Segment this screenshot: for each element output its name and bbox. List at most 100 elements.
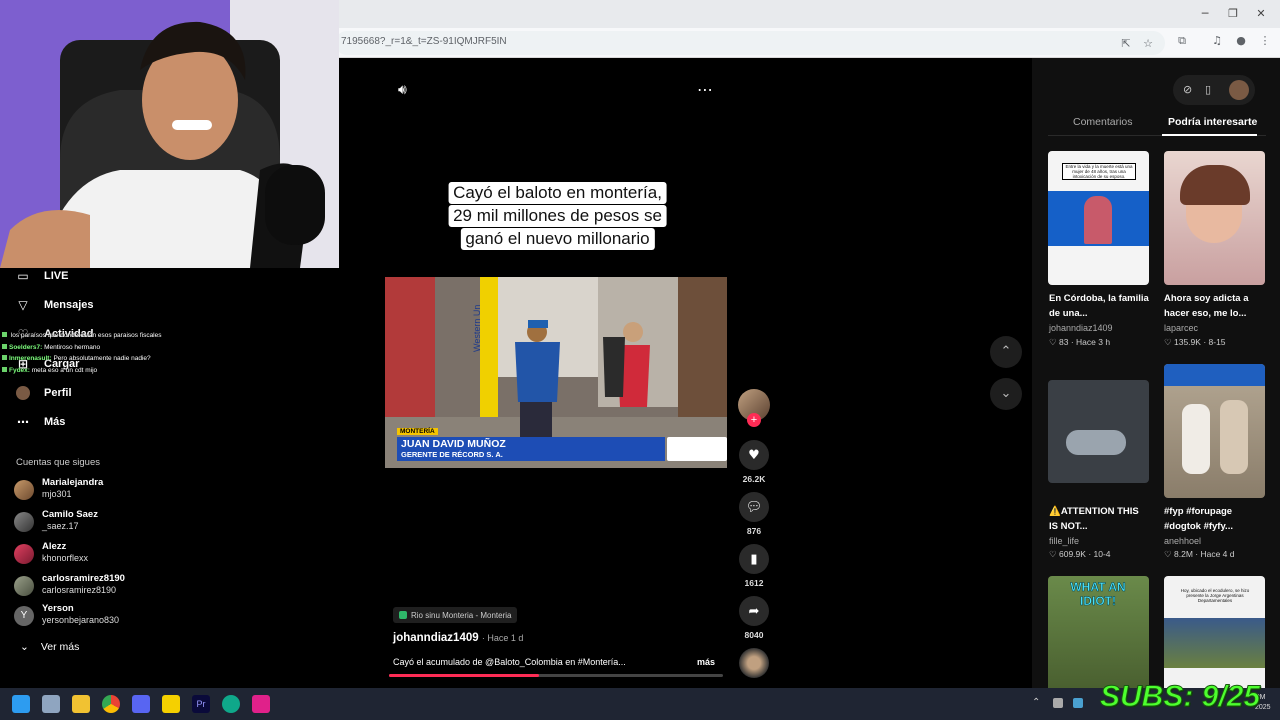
media-control-icon[interactable]: ♫: [1210, 34, 1224, 48]
profile-avatar: [16, 386, 30, 401]
tray-icon[interactable]: [1073, 698, 1083, 708]
thumbnail-text: Entre la vida y la muerte está una mujer…: [1062, 163, 1136, 180]
heart-outline-icon: ♡: [1049, 337, 1057, 347]
location-tag: MONTERÍA: [397, 428, 438, 435]
video-thumbnail[interactable]: WHAT AN IDIOT!: [1048, 576, 1149, 688]
card-title[interactable]: Ahora soy adicta a hacer eso, me lo...: [1164, 291, 1264, 321]
following-account[interactable]: carlosramirez8190 carlosramirez8190: [14, 573, 214, 599]
following-account[interactable]: Alezz khonorflexx: [14, 541, 214, 567]
video-thumbnail[interactable]: Hoy, ubicado el ecodulero, se hizo prese…: [1164, 576, 1265, 688]
card-title[interactable]: En Córdoba, la familia de una...: [1049, 291, 1149, 321]
tray-icon[interactable]: [1053, 698, 1063, 708]
card-user[interactable]: johanndiaz1409: [1049, 323, 1113, 333]
chat-message: Fydex: meta eso a un cdt mijo: [2, 367, 97, 374]
music-disc-icon: [739, 648, 769, 678]
account-handle: khonorflexx: [42, 553, 89, 563]
like-count: 26.2K: [742, 474, 766, 484]
nav-profile[interactable]: Perfil: [16, 384, 72, 402]
video-thumbnail[interactable]: [1164, 151, 1265, 285]
install-app-icon[interactable]: ⇱: [1119, 37, 1133, 51]
more-dots-icon[interactable]: ⋯: [697, 80, 713, 99]
author-line[interactable]: johanndiaz1409 · Hace 1 d: [393, 632, 523, 644]
following-account[interactable]: Marialejandra mjo301: [14, 477, 214, 503]
phone-icon[interactable]: ▯: [1205, 83, 1211, 96]
webcam-overlay: [0, 0, 339, 268]
close-icon[interactable]: ✕: [1248, 6, 1274, 22]
profile-icon[interactable]: ●: [1234, 34, 1248, 48]
video-thumbnail[interactable]: [1164, 364, 1265, 498]
discord-icon[interactable]: [132, 695, 150, 713]
premiere-icon[interactable]: Pr: [192, 695, 210, 713]
video-caption: Cayó el baloto en montería, 29 mil millo…: [435, 182, 680, 252]
author-name[interactable]: johanndiaz1409: [393, 632, 479, 644]
task-view-icon[interactable]: [42, 695, 60, 713]
minimize-icon[interactable]: ─: [1192, 6, 1218, 22]
previous-video-button[interactable]: ⌃: [990, 336, 1022, 368]
bookmark-button[interactable]: ▮ 1612: [738, 544, 770, 588]
nav-more[interactable]: ⋯ Más: [16, 413, 65, 431]
follow-plus-icon[interactable]: +: [747, 413, 761, 427]
lower-third-name: JUAN DAVID MUÑOZ: [401, 438, 506, 450]
url-text[interactable]: 7195668?_r=1&_t=ZS-91IQMJRF5IN: [341, 36, 507, 47]
card-stats: ♡ 83 · Hace 3 h: [1049, 337, 1111, 347]
streamer-illustration: [0, 0, 339, 268]
video-thumbnail[interactable]: Entre la vida y la muerte está una mujer…: [1048, 151, 1149, 285]
file-explorer-icon[interactable]: [72, 695, 90, 713]
shop-sign: Western Un: [472, 305, 482, 352]
windows-start-icon[interactable]: [12, 695, 30, 713]
card-title[interactable]: #fyp #forupage #dogtok #fyfy...: [1164, 504, 1264, 534]
address-bar[interactable]: 7195668?_r=1&_t=ZS-91IQMJRF5IN ⇱ ☆: [335, 31, 1165, 55]
heart-outline-icon: ♡: [1164, 337, 1172, 347]
location-chip-label: Rio sinu Monteria - Monteria: [411, 610, 512, 620]
extensions-icon[interactable]: ⧉: [1175, 34, 1189, 48]
progress-bar[interactable]: [389, 674, 723, 677]
heart-outline-icon: ♡: [1049, 549, 1057, 559]
bookmark-count: 1612: [744, 578, 764, 588]
video-frame[interactable]: Western Un MONTERÍA JUAN DAVID MUÑOZ GER…: [385, 277, 727, 468]
share-icon: ➦: [739, 596, 769, 626]
tab-suggested[interactable]: Podría interesarte: [1168, 116, 1257, 128]
bookmark-star-icon[interactable]: ☆: [1141, 37, 1155, 51]
share-count: 8040: [744, 630, 764, 640]
next-video-button[interactable]: ⌄: [990, 378, 1022, 410]
nav-live[interactable]: ▭ LIVE: [16, 267, 68, 285]
more-button[interactable]: más: [697, 657, 715, 667]
chat-message: los paraísos que donde están esos parais…: [2, 332, 162, 339]
card-user[interactable]: fille_life: [1049, 536, 1079, 546]
chevron-down-icon: ⌄: [20, 641, 29, 653]
capcut-icon[interactable]: [222, 695, 240, 713]
chrome-icon[interactable]: [102, 695, 120, 713]
app-icon[interactable]: [252, 695, 270, 713]
like-button[interactable]: ♥ 26.2K: [738, 440, 770, 484]
avatar[interactable]: [1229, 80, 1249, 100]
nav-messages[interactable]: ▽ Mensajes: [16, 296, 93, 314]
location-pin-icon: [399, 611, 407, 619]
browser-menu-icon[interactable]: ⋮: [1258, 34, 1272, 48]
comment-button[interactable]: 💬︎ 876: [738, 492, 770, 536]
video-thumbnail[interactable]: [1048, 380, 1149, 483]
tab-comments[interactable]: Comentarios: [1073, 116, 1133, 128]
channel-logo: [667, 437, 727, 461]
card-user[interactable]: anehhoel: [1164, 536, 1201, 546]
card-title[interactable]: ⚠️ATTENTION THIS IS NOT...: [1049, 504, 1149, 534]
tray-chevron-icon[interactable]: ⌃: [1032, 697, 1040, 708]
following-account[interactable]: Y Yerson yersonbejarano830: [14, 603, 214, 629]
taskbar: Pr ⌃ PM 2025: [0, 688, 1280, 720]
settings-icon[interactable]: ⊘: [1183, 83, 1192, 96]
avatar: [14, 576, 34, 596]
following-account[interactable]: Camilo Saez _saez.17: [14, 509, 214, 535]
location-chip[interactable]: Rio sinu Monteria - Monteria: [393, 607, 518, 623]
news-lower-third: MONTERÍA JUAN DAVID MUÑOZ GERENTE DE RÉC…: [397, 428, 727, 463]
sound-disc[interactable]: [738, 648, 770, 678]
volume-icon[interactable]: 🔊︎: [398, 82, 407, 98]
author-avatar-button[interactable]: +: [738, 389, 770, 427]
sticky-notes-icon[interactable]: [162, 695, 180, 713]
account-handle: yersonbejarano830: [42, 615, 120, 625]
send-icon: ▽: [18, 298, 28, 312]
comment-count: 876: [746, 526, 762, 536]
card-user[interactable]: laparcec: [1164, 323, 1198, 333]
share-button[interactable]: ➦ 8040: [738, 596, 770, 640]
see-more-button[interactable]: ⌄ Ver más: [20, 641, 79, 653]
avatar: [14, 544, 34, 564]
restore-icon[interactable]: ❐: [1220, 6, 1246, 22]
